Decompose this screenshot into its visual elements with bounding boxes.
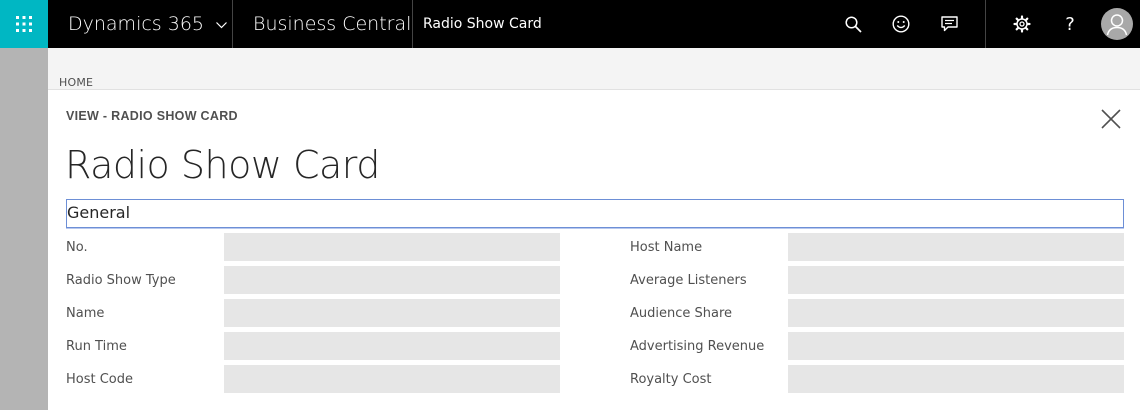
field-input-run-time[interactable] — [224, 332, 560, 360]
smiley-icon — [892, 15, 910, 33]
search-button[interactable] — [829, 0, 877, 48]
field-input-royalty-cost[interactable] — [788, 365, 1124, 393]
field-input-advertising-revenue[interactable] — [788, 332, 1124, 360]
field-label-audience-share: Audience Share — [630, 306, 733, 321]
feedback-button[interactable] — [925, 0, 973, 48]
field-label-name: Name — [66, 306, 105, 321]
help-icon: ? — [1065, 13, 1075, 35]
gear-icon — [1013, 15, 1031, 33]
field-input-host-name[interactable] — [788, 233, 1124, 261]
breadcrumb-bar: HOME — [48, 48, 1140, 90]
app-switcher[interactable]: Dynamics 365 — [48, 0, 232, 48]
field-label-no: No. — [66, 240, 88, 255]
help-button[interactable]: ? — [1046, 0, 1094, 48]
top-navigation-bar: Dynamics 365 Business Central Radio Show… — [0, 0, 1140, 48]
left-background-strip — [0, 48, 48, 410]
topbar-divider — [985, 0, 986, 48]
field-label-average-listeners: Average Listeners — [630, 273, 747, 288]
user-avatar-button[interactable] — [1101, 8, 1133, 40]
field-input-audience-share[interactable] — [788, 299, 1124, 327]
app-name-label: Dynamics 365 — [68, 13, 204, 35]
settings-button[interactable] — [998, 0, 1046, 48]
close-button[interactable] — [1100, 108, 1122, 130]
product-name-label: Business Central — [253, 13, 412, 35]
field-input-host-code[interactable] — [224, 365, 560, 393]
view-mode-label: VIEW - RADIO SHOW CARD — [66, 109, 238, 123]
feedback-icon — [940, 16, 958, 32]
field-label-host-name: Host Name — [630, 240, 703, 255]
field-label-advertising-revenue: Advertising Revenue — [630, 339, 765, 354]
page-name-label: Radio Show Card — [423, 16, 542, 32]
close-icon — [1101, 109, 1121, 129]
field-label-royalty-cost: Royalty Cost — [630, 372, 712, 387]
field-input-no[interactable] — [224, 233, 560, 261]
field-label-host-code: Host Code — [66, 372, 134, 387]
chevron-down-icon — [216, 21, 227, 28]
field-input-average-listeners[interactable] — [788, 266, 1124, 294]
card-panel: VIEW - RADIO SHOW CARD Radio Show Card G… — [48, 91, 1140, 410]
current-page-name: Radio Show Card — [413, 0, 542, 48]
waffle-icon — [16, 16, 32, 32]
breadcrumb[interactable]: HOME — [59, 76, 93, 89]
field-input-name[interactable] — [224, 299, 560, 327]
search-icon — [844, 15, 862, 33]
smiley-button[interactable] — [877, 0, 925, 48]
field-input-radio-show-type[interactable] — [224, 266, 560, 294]
field-label-radio-show-type: Radio Show Type — [66, 273, 176, 288]
user-icon — [1106, 14, 1128, 36]
fasttab-general[interactable]: General — [66, 199, 1124, 228]
product-name-link[interactable]: Business Central — [233, 0, 412, 48]
page-title: Radio Show Card — [65, 143, 380, 187]
field-label-run-time: Run Time — [66, 339, 127, 354]
app-launcher-button[interactable] — [0, 0, 48, 48]
